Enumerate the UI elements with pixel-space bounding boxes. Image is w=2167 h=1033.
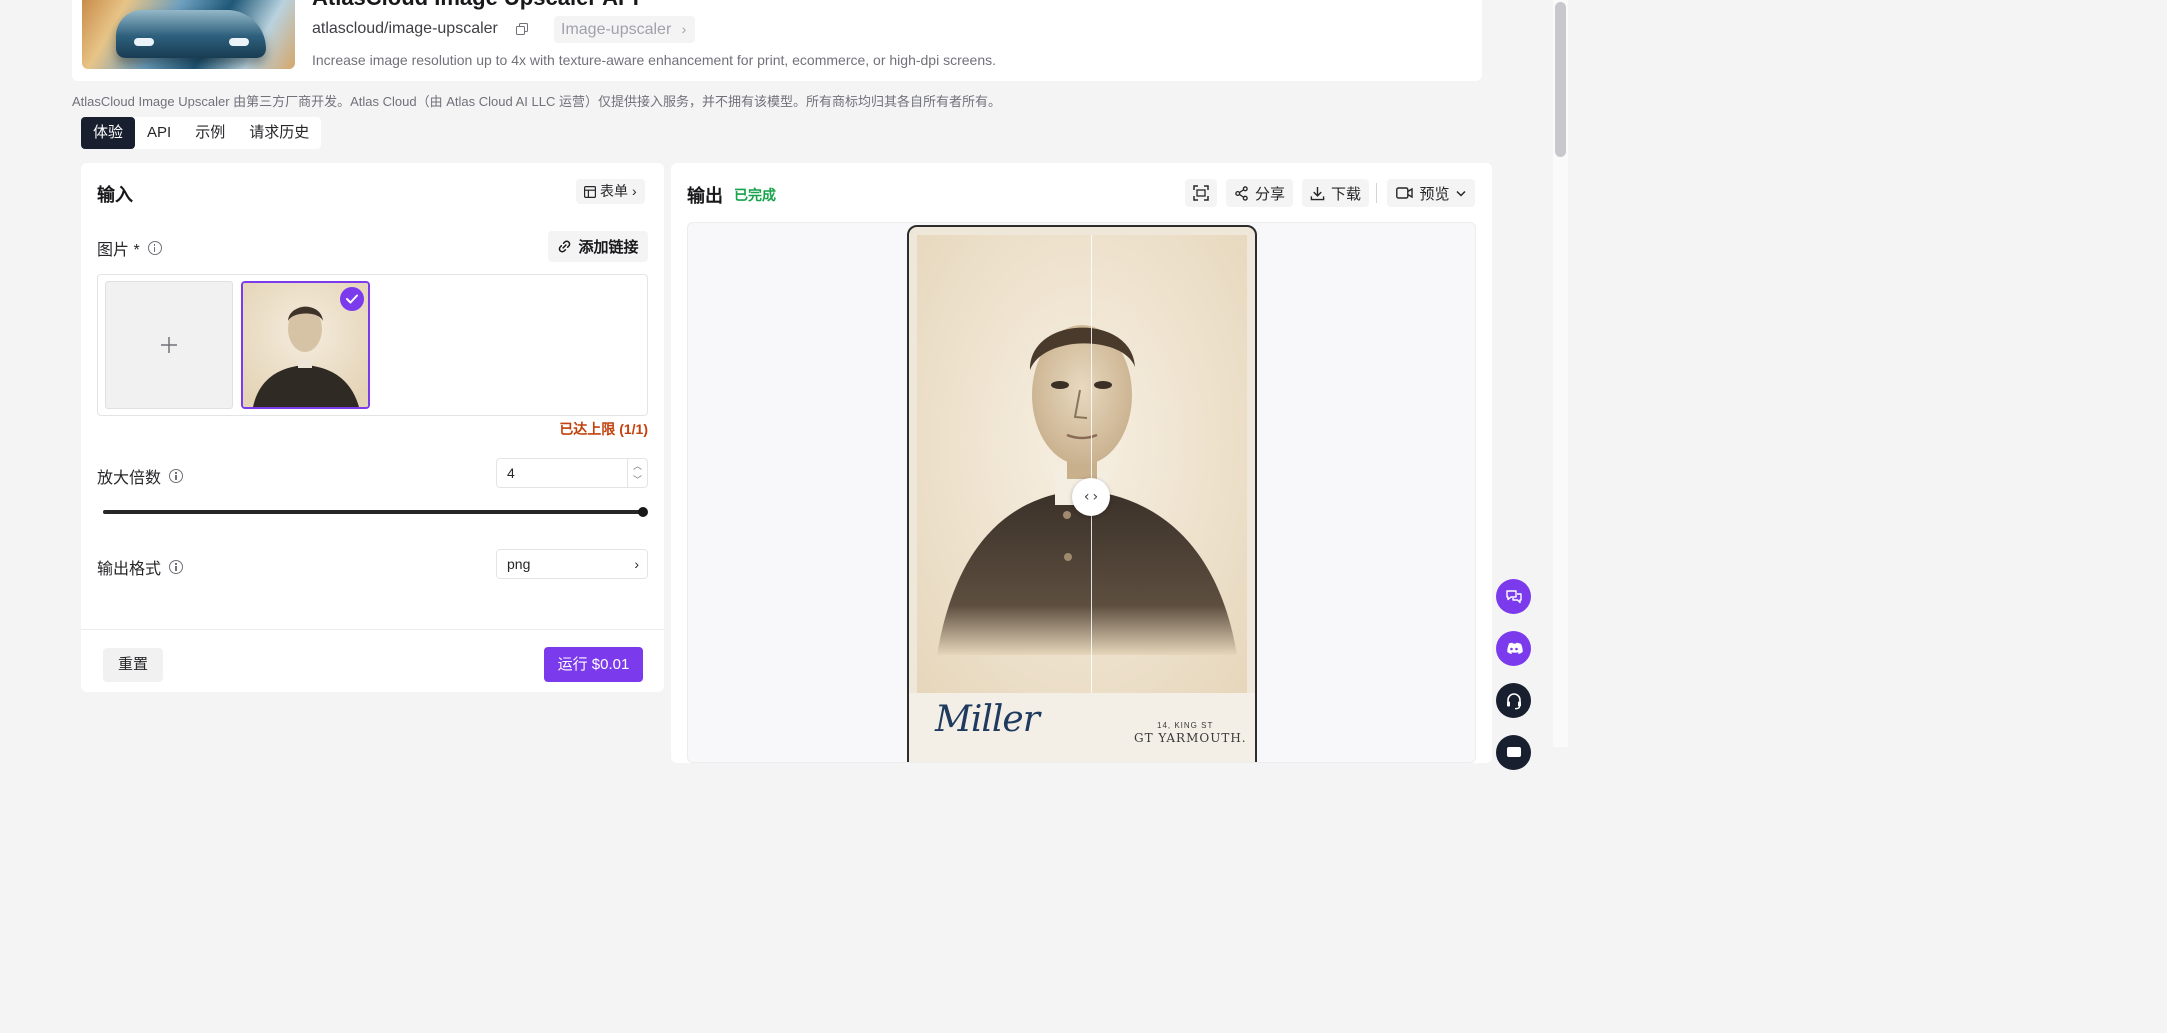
output-format-value: png bbox=[507, 556, 531, 572]
tab-examples[interactable]: 示例 bbox=[183, 117, 237, 149]
scale-field-label-row: 放大倍数 bbox=[97, 464, 184, 488]
divider bbox=[81, 629, 664, 630]
chevron-up-icon[interactable]: ︿ bbox=[628, 459, 647, 473]
discord-icon bbox=[1506, 642, 1523, 654]
studio-address-line2: GT YARMOUTH. bbox=[1134, 731, 1247, 745]
info-icon[interactable] bbox=[147, 241, 162, 255]
model-header: AtlasCloud Image Upscaler API atlascloud… bbox=[72, 0, 1482, 81]
info-icon[interactable] bbox=[169, 469, 184, 483]
message-button[interactable] bbox=[1496, 735, 1531, 770]
model-id: atlascloud/image-upscaler bbox=[312, 20, 498, 37]
download-icon bbox=[1310, 186, 1325, 200]
chat-bubbles-icon bbox=[1505, 589, 1522, 603]
output-preview: ‹› Miller 14, KING ST GT YARMOUTH. bbox=[687, 222, 1476, 763]
input-panel-title: 输入 bbox=[97, 185, 133, 205]
studio-signature: Miller bbox=[935, 699, 1040, 740]
output-panel: 输出 已完成 分享 下载 预览 ‹› Miller 14, KING ST GT… bbox=[671, 163, 1492, 763]
scale-number-input[interactable]: 4 ︿ ﹀ bbox=[496, 458, 648, 488]
headset-icon bbox=[1506, 692, 1521, 709]
download-label: 下载 bbox=[1331, 185, 1362, 203]
copy-icon[interactable] bbox=[516, 23, 528, 35]
upload-limit-text: 已达上限 (1/1) bbox=[559, 421, 648, 437]
disclaimer-text: AtlasCloud Image Upscaler 由第三方厂商开发。Atlas… bbox=[72, 94, 1001, 109]
uploaded-image-thumbnail[interactable] bbox=[241, 281, 370, 409]
download-button[interactable]: 下载 bbox=[1302, 179, 1369, 207]
link-icon bbox=[559, 240, 571, 253]
studio-address-line1: 14, KING ST bbox=[1157, 721, 1214, 730]
upload-add-button[interactable] bbox=[105, 281, 233, 409]
quantity-stepper[interactable]: ︿ ﹀ bbox=[627, 459, 647, 487]
plus-icon bbox=[161, 337, 177, 353]
chevron-right-icon: › bbox=[632, 183, 637, 199]
support-button[interactable] bbox=[1496, 683, 1531, 718]
tab-request-history[interactable]: 请求历史 bbox=[237, 117, 321, 149]
selected-check-icon bbox=[340, 287, 364, 311]
reset-button[interactable]: 重置 bbox=[103, 648, 163, 682]
format-field-label: 输出格式 bbox=[97, 561, 162, 578]
fullscreen-icon bbox=[1193, 185, 1209, 201]
scrollbar-thumb[interactable] bbox=[1555, 2, 1566, 157]
model-title: AtlasCloud Image Upscaler API bbox=[312, 0, 639, 11]
table-icon bbox=[584, 185, 596, 198]
input-panel: 输入 表单 › 图片 * 添加链接 已达上限 (1/1) 放大倍数 4 ︿ ﹀ … bbox=[81, 163, 664, 692]
page-scrollbar[interactable] bbox=[1553, 0, 1568, 747]
compare-slider-handle[interactable]: ‹› bbox=[1072, 478, 1110, 516]
model-tag-button[interactable]: Image-upscaler › bbox=[554, 16, 696, 43]
share-button[interactable]: 分享 bbox=[1226, 179, 1293, 207]
form-view-label: 表单 bbox=[600, 183, 628, 199]
output-panel-title: 输出 bbox=[687, 186, 723, 206]
model-tag-label: Image-upscaler bbox=[561, 21, 672, 38]
chevron-right-icon: › bbox=[681, 21, 687, 37]
scale-slider-handle[interactable] bbox=[638, 507, 648, 517]
form-view-toggle[interactable]: 表单 › bbox=[576, 179, 645, 204]
scale-slider-fill bbox=[103, 510, 643, 514]
message-icon bbox=[1506, 746, 1521, 757]
status-badge: 已完成 bbox=[734, 187, 776, 203]
chevron-down-icon bbox=[1455, 190, 1466, 197]
compare-divider bbox=[1091, 235, 1092, 695]
preview-label: 预览 bbox=[1419, 185, 1450, 203]
info-icon[interactable] bbox=[169, 560, 184, 574]
chevron-down-icon[interactable]: ﹀ bbox=[628, 473, 647, 487]
discord-button[interactable] bbox=[1496, 631, 1531, 666]
tab-api[interactable]: API bbox=[135, 117, 183, 149]
preview-mode-dropdown[interactable]: 预览 bbox=[1387, 179, 1475, 207]
chat-button[interactable] bbox=[1496, 579, 1531, 614]
add-link-label: 添加链接 bbox=[578, 239, 639, 256]
share-label: 分享 bbox=[1255, 185, 1286, 203]
output-format-select[interactable]: png › bbox=[496, 549, 648, 579]
scale-slider[interactable] bbox=[103, 507, 648, 517]
model-description: Increase image resolution up to 4x with … bbox=[312, 52, 997, 68]
portrait-illustration bbox=[937, 325, 1237, 655]
image-field-label: 图片 * bbox=[97, 242, 140, 259]
add-link-button[interactable]: 添加链接 bbox=[548, 231, 648, 262]
chevron-right-icon: › bbox=[634, 556, 639, 572]
fullscreen-button[interactable] bbox=[1185, 179, 1217, 207]
run-button[interactable]: 运行 $0.01 bbox=[544, 647, 643, 682]
share-icon bbox=[1235, 185, 1248, 201]
photo-mount-footer: Miller 14, KING ST GT YARMOUTH. bbox=[909, 693, 1255, 762]
scale-field-label: 放大倍数 bbox=[97, 470, 162, 487]
tab-bar: 体验 API 示例 请求历史 bbox=[81, 117, 322, 149]
image-field-label-row: 图片 * bbox=[97, 236, 162, 260]
output-image: ‹› Miller 14, KING ST GT YARMOUTH. bbox=[907, 225, 1257, 762]
portrait-photo: ‹› bbox=[917, 235, 1247, 695]
scale-value: 4 bbox=[507, 465, 515, 481]
model-cover-image bbox=[82, 0, 295, 69]
divider bbox=[1376, 183, 1377, 203]
image-upload-area bbox=[97, 274, 648, 416]
tab-playground[interactable]: 体验 bbox=[81, 117, 136, 149]
format-field-label-row: 输出格式 bbox=[97, 555, 184, 579]
video-camera-icon bbox=[1396, 187, 1414, 199]
